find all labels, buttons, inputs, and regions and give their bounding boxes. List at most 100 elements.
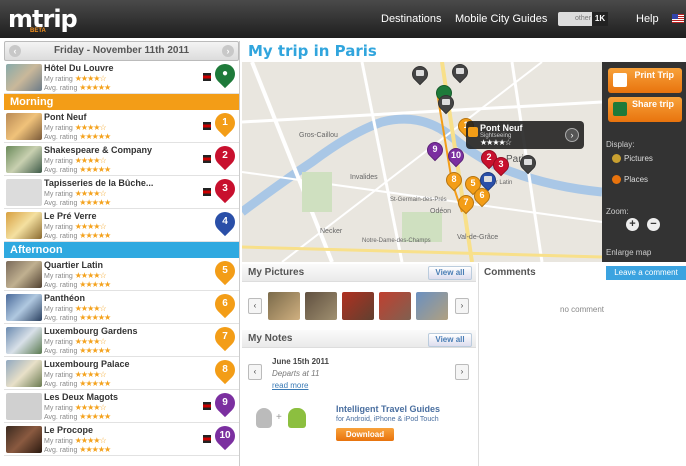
options-icon[interactable] <box>203 188 211 196</box>
notes-next-button[interactable]: › <box>455 364 469 380</box>
map-label: Notre-Dame-des-Champs <box>362 238 431 244</box>
legend-places[interactable]: Places <box>612 175 648 185</box>
view-toggle[interactable]: other 1K <box>558 12 608 26</box>
nav-destinations[interactable]: Destinations <box>381 13 442 25</box>
android-icon <box>288 408 306 428</box>
item-thumbnail <box>6 261 42 288</box>
list-item[interactable]: Panthéon My rating ★★★★☆ Avg. rating ★★★… <box>4 289 240 324</box>
nav-mobile-city-guides[interactable]: Mobile City Guides <box>455 13 547 25</box>
list-item[interactable]: Les Deux Magots My rating ★★★★☆ Avg. rat… <box>4 388 240 423</box>
photo-marker-icon[interactable] <box>434 91 458 117</box>
list-item[interactable]: Tapisseries de la Bûche... My rating ★★★… <box>4 174 240 209</box>
map-marker-icon: 5 <box>210 256 240 287</box>
map-popup[interactable]: Pont Neuf Sightseeing ★★★★☆ › <box>466 121 584 149</box>
avg-rating: Avg. rating ★★★★★ <box>44 165 111 174</box>
my-rating: My rating ★★★★☆ <box>44 370 107 379</box>
hotel-marker-icon: ● <box>210 59 240 90</box>
zoom-out-button[interactable]: − <box>647 218 660 231</box>
download-button[interactable]: Download <box>336 428 394 441</box>
map-marker-icon: 8 <box>210 355 240 386</box>
list-item[interactable]: Le Procope My rating ★★★★☆ Avg. rating ★… <box>4 421 240 456</box>
map-marker-icon[interactable]: 8 <box>442 168 466 194</box>
my-rating: My rating ★★★★☆ <box>44 189 107 198</box>
trip-map[interactable]: Gros-Caillou Invalides St-Germain-des-Pr… <box>242 62 602 262</box>
item-name: Luxembourg Gardens <box>44 326 138 336</box>
places-pin-icon <box>612 175 621 185</box>
date-selector: ‹ Friday - November 11th 2011 › <box>4 41 239 61</box>
map-marker-icon[interactable]: 6 <box>470 184 494 210</box>
no-comment-text: no comment <box>560 305 605 314</box>
trip-picture[interactable] <box>305 292 337 320</box>
print-trip-button[interactable]: Print Trip <box>608 68 682 93</box>
list-item[interactable]: Le Pré Verre My rating ★★★★☆ Avg. rating… <box>4 207 240 242</box>
photo-marker-icon[interactable] <box>516 151 540 177</box>
note-text: Departs at 11 <box>272 369 320 378</box>
item-name: Tapisseries de la Bûche... <box>44 178 154 188</box>
avg-rating: Avg. rating ★★★★★ <box>44 132 111 141</box>
trip-picture[interactable] <box>416 292 448 320</box>
apple-icon <box>256 408 272 428</box>
nav-help[interactable]: Help <box>636 13 659 25</box>
map-marker-icon: 2 <box>210 141 240 172</box>
list-item[interactable]: Shakespeare & Company My rating ★★★★☆ Av… <box>4 141 240 176</box>
list-item[interactable]: Pont Neuf My rating ★★★★☆ Avg. rating ★★… <box>4 108 240 143</box>
zoom-in-button[interactable]: + <box>626 218 639 231</box>
pictures-view-all-button[interactable]: View all <box>428 266 472 280</box>
pictures-next-button[interactable]: › <box>455 298 469 314</box>
options-icon[interactable] <box>203 73 211 81</box>
item-name: Luxembourg Palace <box>44 359 130 369</box>
avg-rating: Avg. rating ★★★★★ <box>44 445 111 454</box>
toggle-on-label: 1K <box>592 12 608 26</box>
map-marker-icon[interactable]: 9 <box>423 138 447 164</box>
trip-picture[interactable] <box>268 292 300 320</box>
notes-prev-button[interactable]: ‹ <box>248 364 262 380</box>
legend-pictures[interactable]: Pictures <box>612 154 653 164</box>
item-thumbnail <box>6 426 42 453</box>
go-arrow-icon[interactable]: › <box>565 128 579 142</box>
beta-badge: BETA <box>30 28 46 34</box>
next-day-icon[interactable]: › <box>222 45 234 57</box>
list-item[interactable]: Quartier Latin My rating ★★★★☆ Avg. rati… <box>4 256 240 291</box>
item-thumbnail <box>6 146 42 173</box>
map-marker-icon: 4 <box>210 207 240 238</box>
map-marker-icon[interactable]: 7 <box>454 191 478 217</box>
item-name: Shakespeare & Company <box>44 145 153 155</box>
options-icon[interactable] <box>203 435 211 443</box>
trip-picture[interactable] <box>379 292 411 320</box>
printer-icon <box>613 73 627 87</box>
list-item[interactable]: Luxembourg Gardens My rating ★★★★☆ Avg. … <box>4 322 240 357</box>
my-rating: My rating ★★★★☆ <box>44 403 107 412</box>
map-label: Val-de-Grâce <box>457 234 499 241</box>
my-rating: My rating ★★★★☆ <box>44 436 107 445</box>
avg-rating: Avg. rating ★★★★★ <box>44 346 111 355</box>
map-label: St-Germain-des-Prés <box>390 197 447 203</box>
item-thumbnail <box>6 179 42 206</box>
notes-view-all-button[interactable]: View all <box>428 333 472 347</box>
avg-rating: Avg. rating ★★★★★ <box>44 379 111 388</box>
enlarge-map-link[interactable]: Enlarge map <box>606 248 651 257</box>
promo-banner: + Intelligent Travel Guides for Android,… <box>246 400 474 450</box>
avg-rating: Avg. rating ★★★★★ <box>44 83 111 92</box>
photo-marker-icon[interactable] <box>408 62 432 88</box>
read-more-link[interactable]: read more <box>272 381 308 390</box>
avg-rating: Avg. rating ★★★★★ <box>44 231 111 240</box>
hotel-item[interactable]: Hôtel Du Louvre My rating ★★★★☆ Avg. rat… <box>4 59 240 94</box>
map-marker-icon: 9 <box>210 388 240 419</box>
options-icon[interactable] <box>203 402 211 410</box>
us-flag-icon[interactable] <box>672 14 684 23</box>
my-rating: My rating ★★★★☆ <box>44 74 107 83</box>
leave-comment-button[interactable]: Leave a comment <box>606 266 686 280</box>
photo-marker-icon[interactable] <box>448 60 472 86</box>
options-icon[interactable] <box>203 155 211 163</box>
share-trip-button[interactable]: Share trip <box>608 97 682 122</box>
trip-picture[interactable] <box>342 292 374 320</box>
item-name: Les Deux Magots <box>44 392 119 402</box>
page-title: My trip in Paris <box>248 42 377 60</box>
pictures-prev-button[interactable]: ‹ <box>248 298 262 314</box>
my-rating: My rating ★★★★☆ <box>44 271 107 280</box>
options-icon[interactable] <box>203 122 211 130</box>
item-thumbnail <box>6 212 42 239</box>
map-marker-icon[interactable]: 10 <box>444 144 468 170</box>
list-item[interactable]: Luxembourg Palace My rating ★★★★☆ Avg. r… <box>4 355 240 390</box>
prev-day-icon[interactable]: ‹ <box>9 45 21 57</box>
